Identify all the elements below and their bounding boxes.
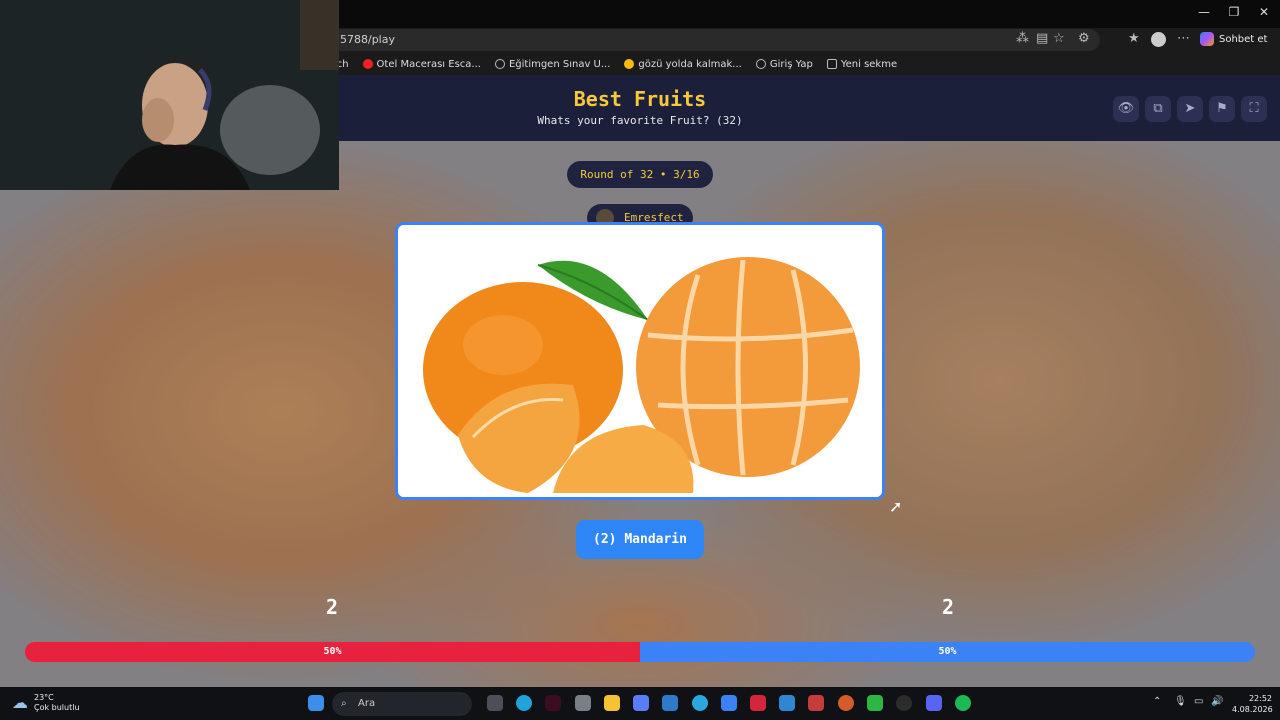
copilot-label: Sohbet et: [1219, 33, 1268, 45]
fullscreen-icon[interactable]: ⛶: [1241, 96, 1267, 122]
vscode-icon[interactable]: [779, 695, 795, 711]
copilot-button[interactable]: Sohbet et: [1200, 32, 1267, 46]
streamer-camera-feed: [0, 0, 339, 190]
temperature: 23°C: [34, 693, 54, 702]
cloud-icon: ☁: [12, 693, 28, 712]
search-icon: ⌕: [341, 698, 347, 709]
folder-icon[interactable]: [604, 695, 620, 711]
weather-text: Çok bulutlu: [34, 703, 80, 712]
chrome-icon: [624, 59, 635, 69]
mouse-cursor-icon: ➚: [889, 497, 903, 516]
app-icon[interactable]: [662, 695, 678, 711]
discord-icon[interactable]: [926, 695, 942, 711]
app-icon[interactable]: [896, 695, 912, 711]
taskbar-search[interactable]: ⌕ Ara: [332, 692, 472, 716]
eye-icon[interactable]: 👁: [1113, 96, 1139, 122]
taskbar: ☁ 23°C Çok bulutlu ⌕ Ara ⌃ 🎙 ▭ 🔊 22:52 4…: [0, 687, 1280, 720]
vote-progress-bar: 50% 50%: [25, 642, 1255, 662]
right-score: 2: [941, 595, 955, 619]
send-icon[interactable]: ➤: [1177, 96, 1203, 122]
app-icon[interactable]: [838, 695, 854, 711]
bookmarks-bar: itch Otel Macerası Esca... Eğitimgen Sın…: [330, 55, 897, 73]
bookmark-item[interactable]: Otel Macerası Esca...: [362, 55, 481, 73]
flag-icon[interactable]: ⚑: [1209, 96, 1235, 122]
new-tab-icon: [826, 59, 837, 69]
clock[interactable]: 22:52 4.08.2026: [1232, 693, 1273, 715]
reader-icon[interactable]: ▤: [1036, 31, 1048, 46]
edge-icon[interactable]: [516, 695, 532, 711]
bookmark-item[interactable]: gözü yolda kalmak...: [624, 55, 742, 73]
webcam-overlay: [0, 0, 339, 190]
globe-icon: [755, 59, 766, 69]
youtube-icon: [362, 59, 373, 69]
app-icon[interactable]: [545, 695, 561, 711]
app-icon[interactable]: [808, 695, 824, 711]
minimize-icon[interactable]: —: [1194, 5, 1214, 19]
address-text: 5788/play: [340, 33, 395, 46]
extensions-icon[interactable]: ⚙: [1078, 31, 1090, 46]
display-icon[interactable]: ▭: [1194, 696, 1203, 707]
whatsapp-icon[interactable]: [867, 695, 883, 711]
microphone-icon[interactable]: 🎙: [1174, 696, 1187, 707]
left-score: 2: [325, 595, 339, 619]
address-bar[interactable]: 5788/play: [330, 29, 1100, 51]
favorites-icon[interactable]: ★: [1128, 31, 1140, 46]
share-link-icon[interactable]: ⧉: [1145, 96, 1171, 122]
copilot-icon: [1200, 32, 1214, 46]
choose-mandarin-button[interactable]: (2) Mandarin: [576, 520, 704, 559]
date: 4.08.2026: [1232, 705, 1273, 714]
bookmark-item[interactable]: Yeni sekme: [826, 55, 897, 73]
restore-icon[interactable]: ❐: [1224, 5, 1244, 19]
start-icon[interactable]: [308, 695, 324, 711]
search-placeholder: Ara: [358, 698, 376, 709]
bookmark-item[interactable]: Eğitimgen Sınav U...: [494, 55, 610, 73]
volume-icon[interactable]: 🔊: [1211, 696, 1223, 707]
chevron-up-icon[interactable]: ⌃: [1153, 696, 1161, 707]
task-view-icon[interactable]: [487, 695, 503, 711]
vote-bar-left: 50%: [25, 642, 640, 662]
translate-icon[interactable]: ⁂: [1016, 31, 1029, 46]
favorite-star-icon[interactable]: ☆: [1053, 31, 1065, 46]
bookmark-item[interactable]: Giriş Yap: [755, 55, 813, 73]
copilot-app-icon[interactable]: [633, 695, 649, 711]
profile-avatar[interactable]: [1151, 32, 1166, 47]
round-indicator: Round of 32 • 3/16: [567, 161, 713, 188]
mail-icon[interactable]: [575, 695, 591, 711]
notepad-icon[interactable]: [721, 695, 737, 711]
choice-image-card[interactable]: [395, 222, 885, 500]
mandarin-image: [398, 225, 882, 497]
globe-icon: [494, 59, 505, 69]
vote-bar-right: 50%: [640, 642, 1255, 662]
telegram-icon[interactable]: [692, 695, 708, 711]
spotify-icon[interactable]: [955, 695, 971, 711]
time: 22:52: [1248, 694, 1272, 703]
close-icon[interactable]: ✕: [1254, 5, 1274, 19]
more-menu-icon[interactable]: ⋯: [1177, 31, 1190, 46]
app-icon[interactable]: [750, 695, 766, 711]
weather-widget[interactable]: ☁ 23°C Çok bulutlu: [12, 693, 80, 713]
